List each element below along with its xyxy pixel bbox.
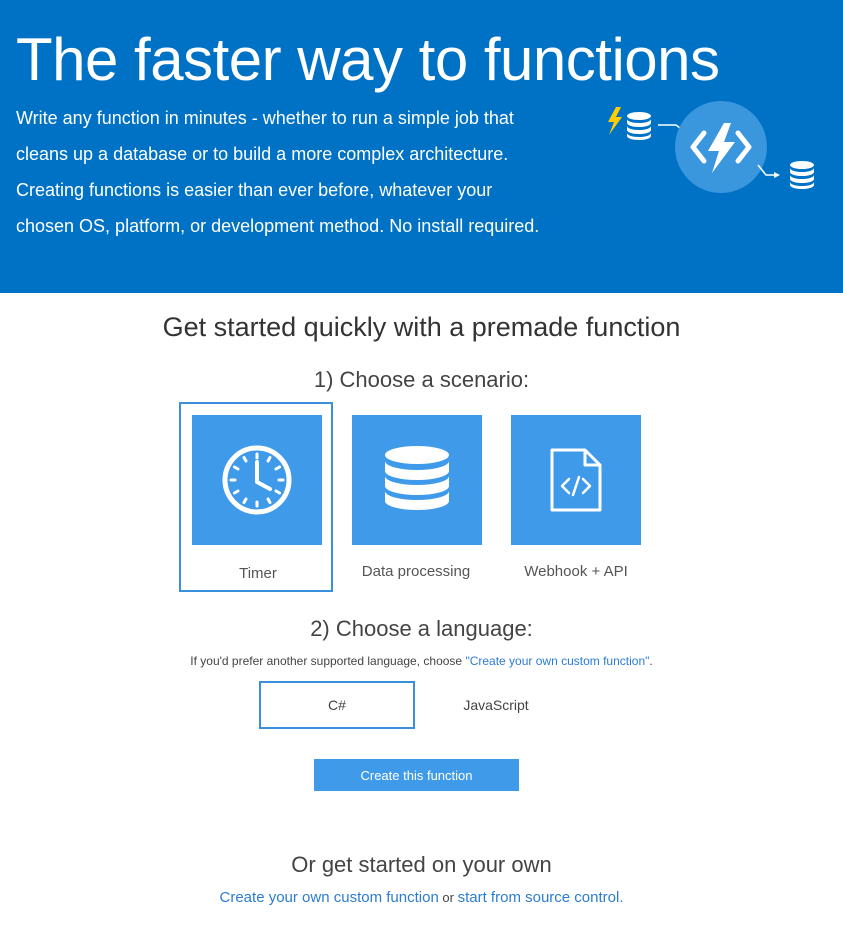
scenario-tile-image [511, 415, 641, 545]
create-function-button[interactable]: Create this function [314, 759, 519, 791]
language-option-csharp[interactable]: C# [259, 681, 415, 729]
database-icon [385, 446, 449, 510]
scenario-label: Data processing [361, 563, 471, 580]
scenario-label: Timer [239, 565, 277, 582]
hero-description-line: Creating functions is easier than ever b… [16, 180, 493, 200]
code-document-icon [550, 448, 602, 512]
language-label: C# [328, 697, 346, 713]
own-links: Create your own custom function or start… [0, 889, 843, 906]
language-hint: If you'd prefer another supported langua… [0, 654, 843, 668]
scenario-tile-timer[interactable]: Timer [179, 402, 333, 592]
or-text: or [438, 890, 458, 905]
hero-banner: The faster way to functions Write any fu… [0, 0, 843, 293]
scenario-tile-image [192, 415, 322, 545]
language-hint-suffix: . [649, 654, 653, 668]
function-app-icon [675, 101, 767, 193]
source-control-link[interactable]: start from source control. [458, 889, 624, 906]
scenario-tile-image [352, 415, 482, 545]
create-custom-function-link[interactable]: Create your own custom function [220, 889, 439, 906]
hero-description: Write any function in minutes - whether … [16, 100, 596, 244]
database-icon [627, 112, 651, 140]
language-option-javascript[interactable]: JavaScript [418, 681, 574, 729]
own-heading: Or get started on your own [291, 852, 552, 877]
hero-illustration [608, 101, 814, 193]
scenario-tile-webhook-api[interactable]: Webhook + API [499, 402, 653, 592]
choose-scenario-heading: 1) Choose a scenario: [313, 367, 530, 392]
lightning-icon [608, 107, 622, 135]
clock-icon [222, 445, 292, 515]
quickstart-heading: Get started quickly with a premade funct… [162, 312, 681, 342]
hero-description-line: cleans up a database or to build a more … [16, 144, 509, 164]
create-custom-function-link[interactable]: "Create your own custom function" [465, 654, 649, 668]
scenario-tile-data-processing[interactable]: Data processing [339, 402, 493, 592]
language-label: JavaScript [463, 697, 529, 713]
choose-language-heading: 2) Choose a language: [310, 616, 533, 641]
scenario-label: Webhook + API [524, 563, 628, 580]
hero-description-line: Write any function in minutes - whether … [16, 108, 514, 128]
language-hint-prefix: If you'd prefer another supported langua… [190, 654, 466, 668]
database-icon [790, 161, 814, 189]
hero-title: The faster way to functions [16, 26, 720, 93]
hero-description-line: chosen OS, platform, or development meth… [16, 216, 540, 236]
